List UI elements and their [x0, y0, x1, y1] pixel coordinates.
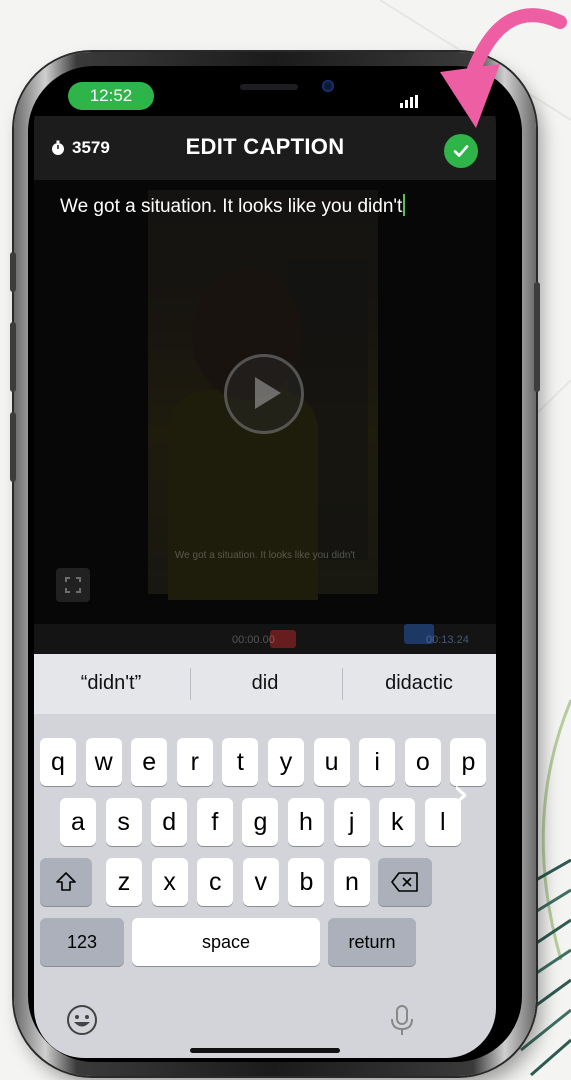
timeline[interactable]: 00:00.00 00:13.24 — [34, 624, 496, 654]
notch — [154, 74, 384, 110]
key-s[interactable]: s — [105, 798, 142, 846]
key-z[interactable]: z — [106, 858, 142, 906]
text-cursor — [403, 194, 406, 216]
key-y[interactable]: y — [268, 738, 304, 786]
confirm-button[interactable] — [444, 134, 478, 168]
suggestion-divider — [342, 668, 343, 700]
backspace-key[interactable] — [378, 858, 432, 906]
key-w[interactable]: w — [85, 738, 122, 786]
key-c[interactable]: c — [197, 858, 234, 906]
suggestion-3[interactable]: didactic — [344, 672, 494, 695]
timeline-start-time: 00:00.00 — [232, 634, 275, 646]
shift-icon — [56, 872, 76, 891]
fullscreen-icon[interactable] — [56, 568, 90, 602]
volume-down-button — [10, 412, 16, 482]
key-v[interactable]: v — [242, 858, 279, 906]
key-q[interactable]: q — [40, 738, 76, 786]
chevron-right-icon: › — [452, 768, 470, 819]
caption-text-field[interactable]: We got a situation. It looks like you di… — [60, 194, 406, 218]
key-h[interactable]: h — [288, 798, 324, 846]
status-bar: 12:52 — [34, 74, 496, 116]
key-u[interactable]: u — [313, 738, 350, 786]
caption-text: We got a situation. It looks like you di… — [60, 196, 403, 217]
key-n[interactable]: n — [334, 858, 370, 906]
key-j[interactable]: j — [333, 798, 370, 846]
shift-key[interactable] — [40, 858, 92, 906]
suggestion-bar: “didn't” did didactic — [34, 654, 496, 714]
video-caption-preview: We got a situation. It looks like you di… — [174, 550, 356, 561]
key-e[interactable]: e — [131, 738, 168, 786]
space-key[interactable]: space — [132, 918, 320, 966]
key-k[interactable]: k — [379, 798, 416, 846]
key-b[interactable]: b — [288, 858, 325, 906]
mute-switch — [10, 252, 16, 292]
speaker — [240, 84, 298, 90]
key-i[interactable]: i — [359, 738, 396, 786]
key-t[interactable]: t — [222, 738, 259, 786]
key-f[interactable]: f — [196, 798, 233, 846]
numbers-key[interactable]: 123 — [40, 918, 124, 966]
suggestion-2[interactable]: did — [190, 672, 340, 695]
emoji-icon[interactable] — [64, 1002, 100, 1038]
volume-up-button — [10, 322, 16, 392]
page-title: EDIT CAPTION — [185, 134, 345, 159]
suggestion-1[interactable]: “didn't” — [36, 672, 186, 695]
return-key[interactable]: return — [328, 918, 416, 966]
key-g[interactable]: g — [242, 798, 279, 846]
key-a[interactable]: a — [60, 798, 96, 846]
backspace-icon — [391, 872, 418, 892]
keyboard: “didn't” did didactic qwertyuiopasdfghjk… — [34, 654, 496, 1058]
camera-icon — [322, 80, 334, 92]
key-x[interactable]: x — [151, 858, 188, 906]
timeline-end-time: 00:13.24 — [426, 634, 469, 646]
play-icon[interactable] — [224, 354, 304, 434]
key-r[interactable]: r — [176, 738, 213, 786]
microphone-icon[interactable] — [384, 1002, 420, 1038]
checkmark-icon — [453, 145, 469, 157]
signal-icon — [400, 90, 420, 108]
status-time: 12:52 — [68, 82, 154, 110]
phone-screen: 12:52 3579 EDIT CAPTION We got a situati… — [34, 74, 496, 1058]
side-button — [534, 282, 540, 392]
key-d[interactable]: d — [151, 798, 188, 846]
app-header: 3579 EDIT CAPTION — [34, 116, 496, 180]
home-indicator — [190, 1048, 340, 1053]
key-o[interactable]: o — [404, 738, 441, 786]
video-preview-area: We got a situation. It looks like you di… — [34, 180, 496, 654]
